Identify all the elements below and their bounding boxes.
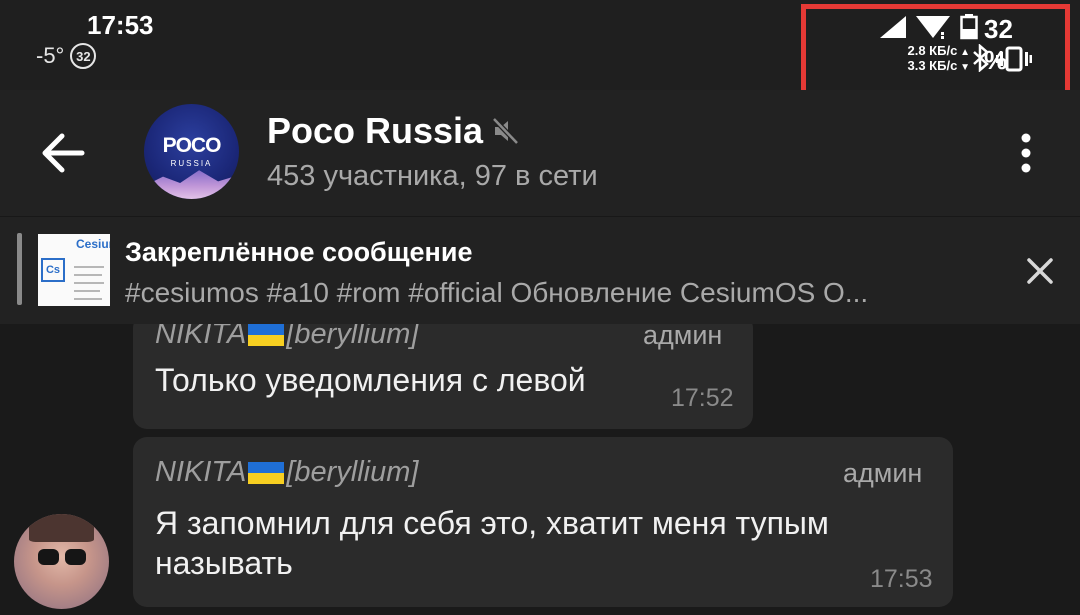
back-button[interactable] [38,130,88,176]
pinned-title: Закреплённое сообщение [125,237,473,267]
more-options-button[interactable] [1008,130,1044,176]
thumbnail-line [74,282,104,284]
ukraine-flag-icon [248,461,285,484]
message-time: 17:53 [870,565,933,593]
sender-avatar[interactable] [14,514,109,609]
avatar-mountain [144,170,239,199]
sender-tag: [beryllium] [286,324,419,350]
status-bar: 17:53 -5° 32 32 % 2.8 КБ/с ▲ 3.3 КБ/с ▼ [0,0,1080,118]
admin-badge: админ [643,324,723,350]
thumbnail-line [74,266,104,268]
muted-icon [493,117,519,145]
message-bubble[interactable]: NIKITA [beryllium] админ Я запомнил для … [133,437,953,607]
thumbnail-line [74,274,102,276]
message-list[interactable]: NIKITA [beryllium] админ Только уведомле… [0,324,1080,615]
group-avatar[interactable]: POCO RUSSIA [144,104,239,199]
message-text-line-2: называть [155,545,293,581]
close-icon [1027,258,1053,284]
message-bubble[interactable]: NIKITA [beryllium] админ Только уведомле… [133,324,753,429]
temperature: -5° [36,43,65,68]
pinned-thumbnail: Cesium Cs [38,234,110,306]
aqi-badge: 32 [70,43,97,69]
thumbnail-line [74,298,102,300]
avatar-hair [29,514,94,542]
back-arrow-icon [42,133,85,173]
message-sender: NIKITA [beryllium] [155,456,418,489]
pinned-text: #cesiumos #a10 #rom #official Обновление… [125,277,869,308]
weather: -5° 32 [36,43,97,69]
sender-name: NIKITA [155,456,247,488]
thumbnail-title: Cesium [76,237,110,251]
kebab-menu-icon [1021,133,1031,173]
message-text: Только уведомления с левой [155,362,586,398]
pinned-indicator [17,233,22,305]
message-text-line-1: Я запомнил для себя это, хватит меня туп… [155,505,829,541]
avatar-logo: POCO [162,134,222,157]
chat-subtitle: 453 участника, 97 в сети [267,160,598,192]
chat-header: POCO RUSSIA Poco Russia 453 участника, 9… [0,90,1080,216]
avatar-sunglasses [38,549,86,565]
sender-name: NIKITA [155,324,247,350]
clock: 17:53 [87,10,154,40]
sender-tag: [beryllium] [286,456,419,488]
chat-title[interactable]: Poco Russia [267,110,519,152]
admin-badge: админ [843,458,923,488]
close-pinned-button[interactable] [1024,255,1056,287]
message-time: 17:52 [671,384,734,412]
pinned-message-bar[interactable]: Cesium Cs Закреплённое сообщение #cesium… [0,216,1080,324]
thumbnail-badge: Cs [41,258,65,282]
avatar-subtext: RUSSIA [170,159,213,168]
message-sender: NIKITA [beryllium] [155,324,418,351]
chat-title-text: Poco Russia [267,110,484,151]
thumbnail-line [74,290,100,292]
ukraine-flag-icon [248,324,285,346]
